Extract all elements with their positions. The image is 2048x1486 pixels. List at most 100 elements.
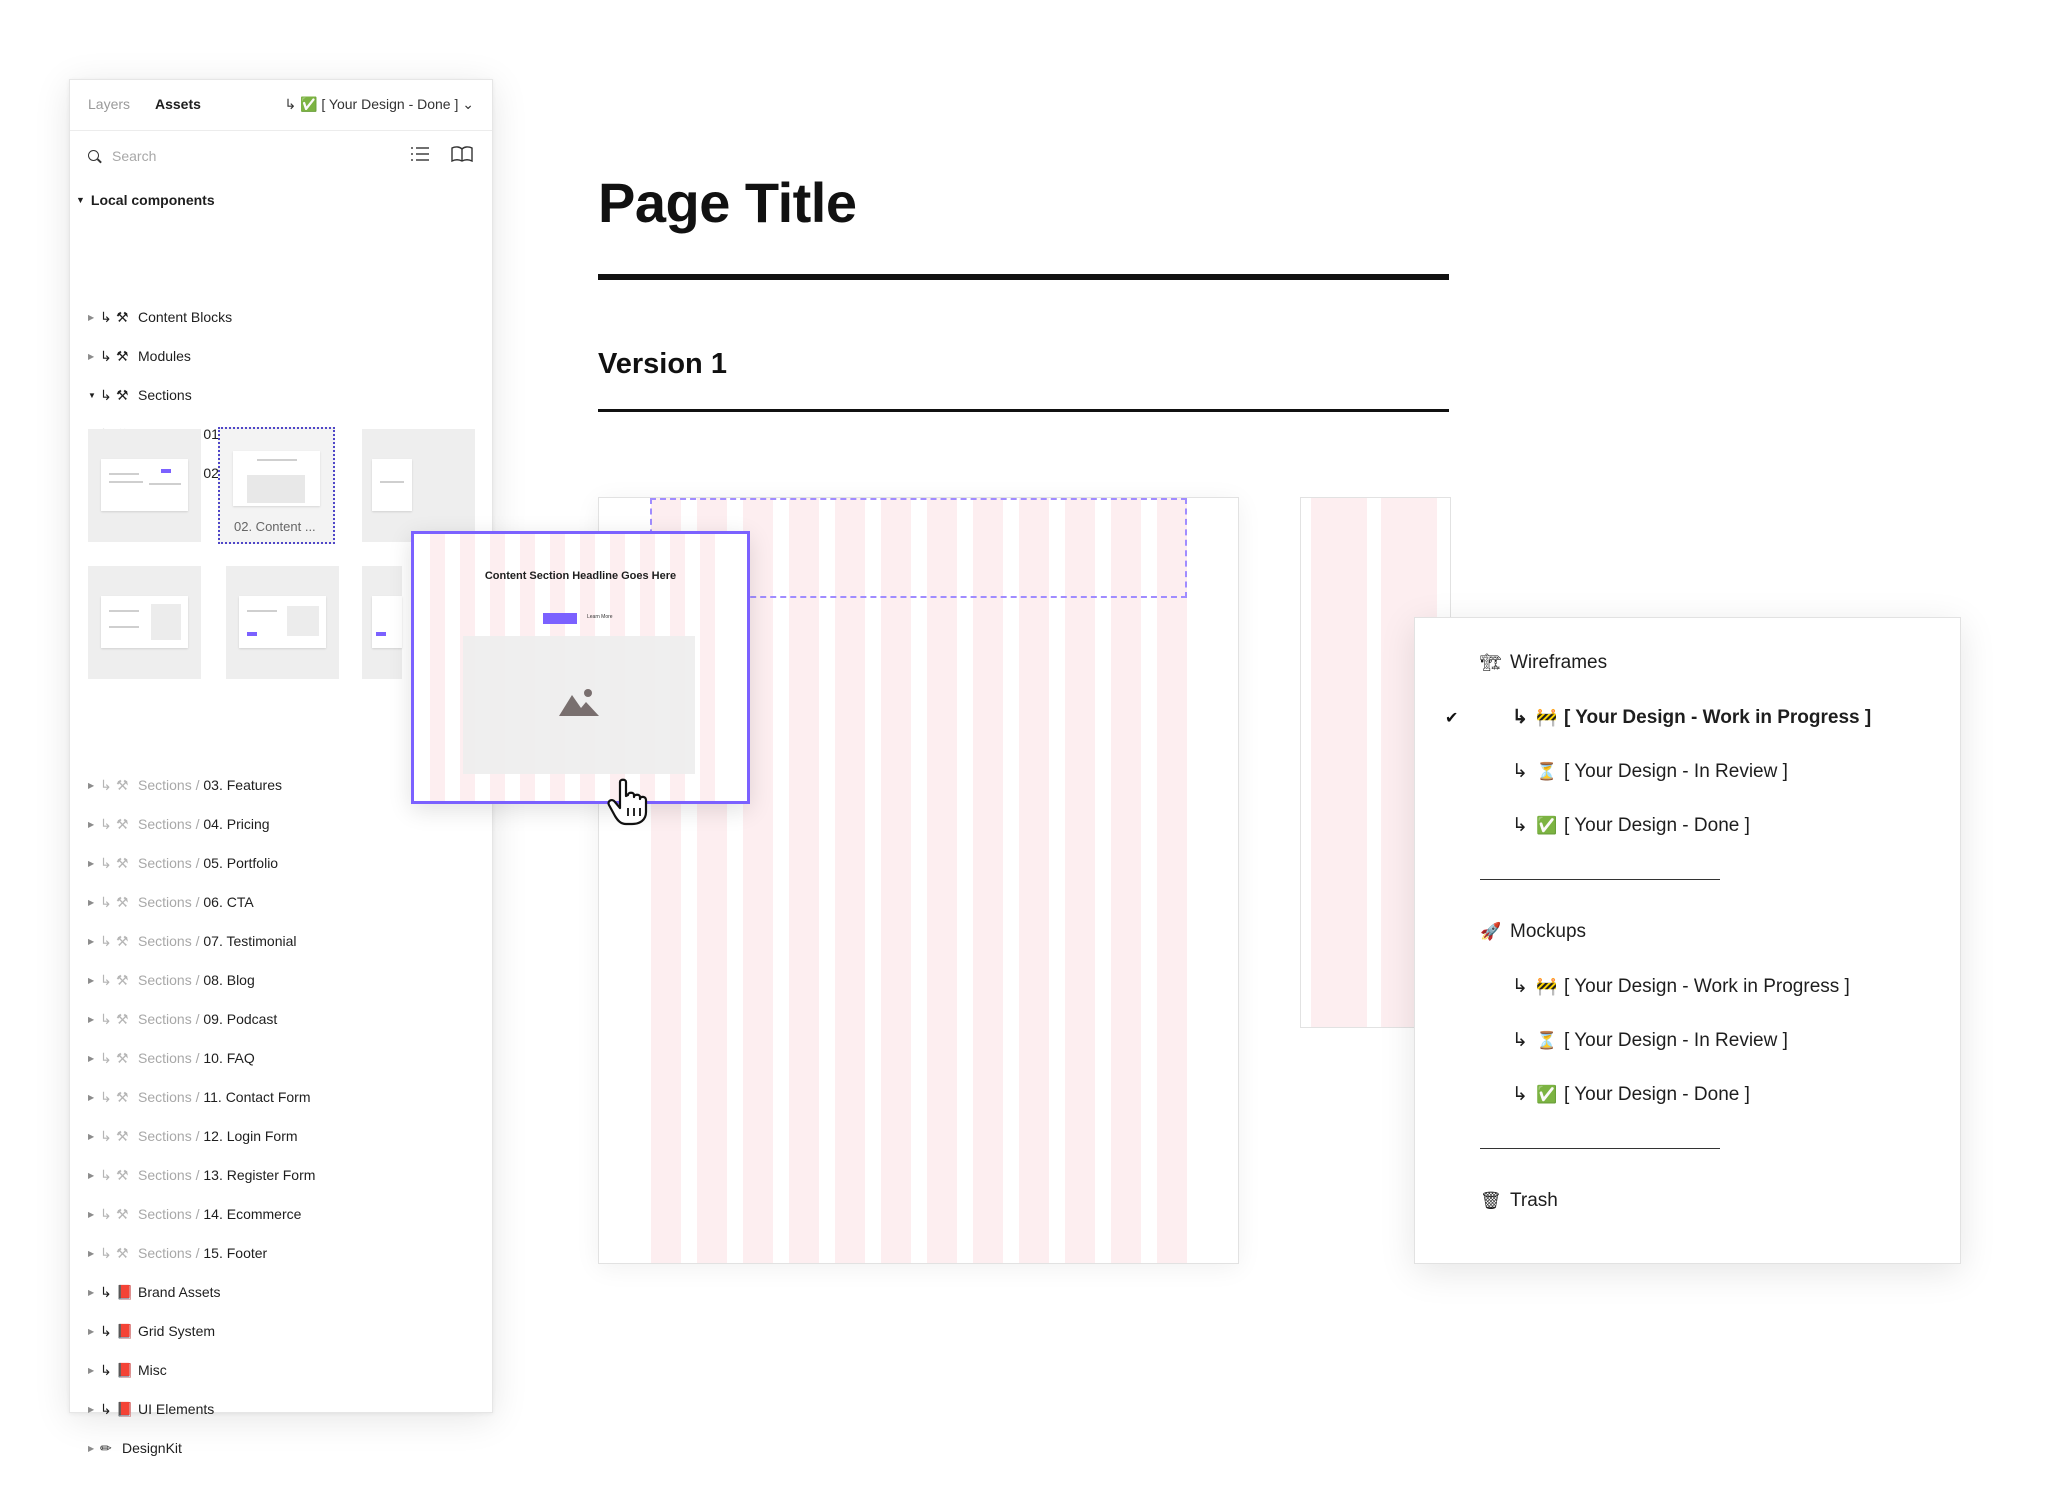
component-thumbnail[interactable] bbox=[362, 566, 402, 679]
tree-item[interactable]: ▶ ↳ ⚒ Modules bbox=[88, 348, 191, 372]
expand-triangle-icon[interactable]: ▶ bbox=[88, 1405, 100, 1414]
thumbnail-preview bbox=[372, 459, 412, 511]
expand-triangle-icon[interactable]: ▶ bbox=[88, 1054, 100, 1063]
tree-item[interactable]: ▶ ↳ 📕 Grid System bbox=[88, 1323, 215, 1347]
tree-item[interactable]: ▶ ↳ ⚒ Sections / 06. CTA bbox=[88, 894, 254, 918]
tree-item-path: Sections / bbox=[138, 1011, 204, 1027]
menu-item-mockups-wip[interactable]: ↳ 🚧 [ Your Design - Work in Progress ] bbox=[1512, 975, 1850, 998]
tree-item-label: 15. Footer bbox=[203, 1245, 268, 1261]
tab-assets[interactable]: Assets bbox=[155, 96, 201, 112]
tree-item[interactable]: ▶ ↳ 📕 UI Elements bbox=[88, 1401, 214, 1425]
tree-item[interactable]: ▶ ↳ ⚒ Content Blocks bbox=[88, 309, 232, 333]
tree-item[interactable]: ▶ ↳ 📕 Misc bbox=[88, 1362, 167, 1386]
expand-triangle-icon[interactable]: ▶ bbox=[88, 937, 100, 946]
tree-item[interactable]: ▶ ↳ ⚒ Sections / 13. Register Form bbox=[88, 1167, 315, 1191]
menu-item-label: [ Your Design - Done ] bbox=[1564, 1084, 1750, 1105]
local-components-header[interactable]: ▼ Local components bbox=[76, 192, 215, 208]
component-thumbnail[interactable] bbox=[362, 429, 475, 542]
tree-item-path: Sections / bbox=[138, 1206, 204, 1222]
component-thumbnail[interactable] bbox=[88, 429, 201, 542]
menu-group-wireframes: 🏗 Wireframes bbox=[1480, 652, 1607, 674]
component-thumbnail[interactable] bbox=[226, 566, 339, 679]
component-thumbnail-selected[interactable]: 02. Content ... bbox=[218, 427, 335, 544]
tree-item-label: 08. Blog bbox=[203, 972, 255, 988]
tools-icon: ⚒ bbox=[116, 777, 129, 793]
expand-triangle-icon[interactable]: ▶ bbox=[88, 1288, 100, 1297]
thumbnail-line bbox=[109, 481, 143, 483]
library-selector[interactable]: ↳ ✅ [ Your Design - Done ] ⌄ bbox=[284, 96, 474, 113]
menu-item-wireframes-wip[interactable]: ↳ 🚧 [ Your Design - Work in Progress ] bbox=[1512, 706, 1871, 729]
tree-item[interactable]: ▶ ↳ 📕 Brand Assets bbox=[88, 1284, 221, 1308]
tree-item[interactable]: ▶ ↳ ⚒ Sections / 10. FAQ bbox=[88, 1050, 255, 1074]
expand-triangle-icon[interactable]: ▶ bbox=[88, 352, 100, 361]
tree-item[interactable]: ▶ ↳ ⚒ Sections / 03. Features bbox=[88, 777, 282, 801]
branch-arrow-icon: ↳ bbox=[100, 855, 112, 871]
menu-item-mockups-review[interactable]: ↳ ⏳ [ Your Design - In Review ] bbox=[1512, 1029, 1788, 1052]
branch-arrow-icon: ↳ bbox=[100, 1128, 112, 1144]
branch-arrow-icon: ↳ bbox=[100, 1206, 112, 1222]
expand-triangle-icon[interactable]: ▶ bbox=[88, 1132, 100, 1141]
expand-triangle-icon[interactable]: ▶ bbox=[88, 976, 100, 985]
expand-triangle-icon[interactable]: ▶ bbox=[88, 820, 100, 829]
expand-triangle-icon[interactable]: ▶ bbox=[88, 1327, 100, 1336]
tree-item[interactable]: ▶ ↳ ⚒ Sections / 07. Testimonial bbox=[88, 933, 297, 957]
tools-icon: ⚒ bbox=[116, 348, 129, 364]
tree-item-path: Sections / bbox=[138, 777, 204, 793]
check-box-icon: ✅ bbox=[1536, 816, 1558, 835]
tree-item[interactable]: ▶ ↳ ⚒ Sections / 11. Contact Form bbox=[88, 1089, 311, 1113]
version-divider bbox=[598, 409, 1449, 412]
version-heading: Version 1 bbox=[598, 348, 727, 380]
menu-item-wireframes-done[interactable]: ↳ ✅ [ Your Design - Done ] bbox=[1512, 814, 1750, 837]
thumbnail-accent bbox=[161, 469, 171, 473]
tree-item[interactable]: ▶ ↳ ⚒ Sections / 09. Podcast bbox=[88, 1011, 277, 1035]
expand-triangle-icon[interactable]: ▶ bbox=[88, 1015, 100, 1024]
tab-layers[interactable]: Layers bbox=[88, 96, 130, 112]
tree-item[interactable]: ▶ ↳ ⚒ Sections / 15. Footer bbox=[88, 1245, 267, 1269]
tools-icon: ⚒ bbox=[116, 1167, 129, 1183]
list-view-icon[interactable] bbox=[411, 146, 429, 162]
title-divider bbox=[598, 274, 1449, 280]
expand-triangle-icon[interactable]: ▶ bbox=[88, 1171, 100, 1180]
expand-triangle-icon[interactable]: ▶ bbox=[88, 898, 100, 907]
tree-item[interactable]: ▶ ↳ ⚒ Sections / 14. Ecommerce bbox=[88, 1206, 301, 1230]
tree-item[interactable]: ▶ ↳ ⚒ Sections / 05. Portfolio bbox=[88, 855, 278, 879]
tree-item[interactable]: ▶ ↳ ⚒ Sections / 08. Blog bbox=[88, 972, 255, 996]
tree-item-label: 14. Ecommerce bbox=[203, 1206, 302, 1222]
book-icon: 📕 bbox=[116, 1323, 134, 1339]
book-icon: 📕 bbox=[116, 1284, 134, 1300]
expand-triangle-icon[interactable]: ▶ bbox=[88, 1444, 100, 1453]
construction-icon: 🚧 bbox=[1536, 708, 1558, 727]
branch-arrow-icon: ↳ bbox=[100, 1050, 112, 1066]
expand-triangle-icon[interactable]: ▶ bbox=[88, 781, 100, 790]
dragged-component-preview[interactable]: Content Section Headline Goes Here Learn… bbox=[411, 531, 750, 804]
branch-arrow-icon: ↳ bbox=[100, 387, 112, 403]
collapse-triangle-icon[interactable]: ▼ bbox=[88, 391, 100, 400]
tree-item-label: 12. Login Form bbox=[203, 1128, 298, 1144]
expand-triangle-icon[interactable]: ▶ bbox=[88, 1093, 100, 1102]
tree-item-label: UI Elements bbox=[138, 1401, 215, 1417]
tree-item[interactable]: ▶ ↳ ⚒ Sections / 12. Login Form bbox=[88, 1128, 298, 1152]
thumbnail-caption: 02. Content ... bbox=[234, 519, 316, 534]
grid-column bbox=[789, 498, 819, 1263]
menu-item-mockups-done[interactable]: ↳ ✅ [ Your Design - Done ] bbox=[1512, 1083, 1750, 1106]
component-thumbnail[interactable] bbox=[88, 566, 201, 679]
library-book-icon[interactable] bbox=[451, 146, 473, 162]
thumbnail-image-block bbox=[287, 606, 319, 636]
thumbnail-line bbox=[380, 481, 404, 483]
search-input[interactable] bbox=[112, 145, 362, 167]
menu-item-trash[interactable]: 🗑 Trash bbox=[1480, 1190, 1558, 1212]
tree-item[interactable]: ▼ ↳ ⚒ Sections bbox=[88, 387, 192, 411]
menu-item-wireframes-review[interactable]: ↳ ⏳ [ Your Design - In Review ] bbox=[1512, 760, 1788, 783]
expand-triangle-icon[interactable]: ▶ bbox=[88, 1366, 100, 1375]
tree-item[interactable]: ▶ ✏ DesignKit bbox=[88, 1440, 182, 1464]
tools-icon: ⚒ bbox=[116, 1206, 129, 1222]
wireframes-icon: 🏗 bbox=[1480, 653, 1502, 672]
expand-triangle-icon[interactable]: ▶ bbox=[88, 313, 100, 322]
expand-triangle-icon[interactable]: ▶ bbox=[88, 859, 100, 868]
branch-arrow-icon: ↳ bbox=[100, 1245, 112, 1261]
tree-item-label: 03. Features bbox=[203, 777, 282, 793]
tools-icon: ⚒ bbox=[116, 894, 129, 910]
expand-triangle-icon[interactable]: ▶ bbox=[88, 1249, 100, 1258]
tree-item[interactable]: ▶ ↳ ⚒ Sections / 04. Pricing bbox=[88, 816, 270, 840]
expand-triangle-icon[interactable]: ▶ bbox=[88, 1210, 100, 1219]
